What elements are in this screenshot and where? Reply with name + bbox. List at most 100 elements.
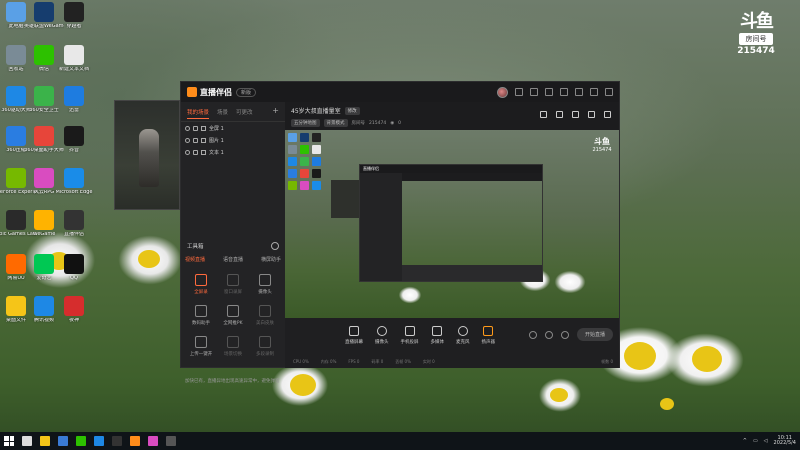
streaming-app-window: 直播伴侣 新版 我的场景 场景 可更改 + 全屏 1 图片 1 文本 1 工具箱 视… [180, 81, 620, 384]
tab-voice-live[interactable]: 语音直播 [223, 256, 243, 263]
stream-meta: 五分钟地图 背景模式 房间号 215474 ◉ 0 [291, 119, 613, 127]
tool-label: 多段录制 [256, 352, 274, 357]
clock[interactable]: 10:11 2022/5/4 [774, 435, 796, 447]
edit-title-button[interactable]: 修改 [344, 106, 360, 115]
tool-icon [259, 336, 271, 348]
lock-icon[interactable] [193, 125, 198, 131]
source-control-button[interactable]: 扬声器 [482, 326, 495, 345]
tool-button[interactable]: 数码助手 [185, 305, 217, 326]
visibility-icon[interactable] [185, 125, 190, 131]
record-icon[interactable] [528, 330, 537, 339]
settings-icon[interactable] [545, 88, 553, 96]
tab-editable[interactable]: 可更改 [236, 108, 253, 119]
visibility-icon[interactable] [185, 137, 190, 143]
desktop-icon[interactable]: Microsoft Edge [54, 168, 94, 196]
gear-icon[interactable] [560, 330, 569, 339]
tool-button[interactable]: 上传一键开 [185, 336, 217, 357]
version-badge[interactable]: 新版 [236, 87, 257, 97]
room-label: 房间号 [351, 121, 366, 126]
visibility-icon[interactable] [185, 149, 190, 155]
layer-item[interactable]: 文本 1 [181, 146, 285, 158]
mirror-icon[interactable] [544, 330, 553, 339]
desktop-icon[interactable]: 新建文本文档 [54, 45, 94, 73]
layer-item[interactable]: 全屏 1 [181, 122, 285, 134]
desktop-icon[interactable]: 迅雷 [54, 86, 94, 114]
tool-label: 数码助手 [192, 321, 210, 326]
minimize-icon[interactable] [575, 88, 583, 96]
steam-taskbar-icon[interactable] [94, 436, 104, 446]
share-icon[interactable] [604, 111, 611, 118]
source-control-button[interactable]: 摄像头 [375, 326, 389, 345]
preview-icon [288, 169, 297, 178]
app-icon [6, 45, 26, 65]
layer-type-icon [201, 137, 206, 143]
tab-scenes[interactable]: 场景 [217, 108, 228, 119]
app-icon [64, 126, 84, 146]
shop-icon[interactable] [556, 111, 563, 118]
message-icon[interactable] [515, 88, 523, 96]
streaming-app-taskbar-icon[interactable] [130, 436, 140, 446]
windows-start-icon[interactable] [4, 436, 14, 446]
category-chip[interactable]: 五分钟地图 [291, 119, 320, 127]
mode-chip[interactable]: 背景模式 [323, 119, 348, 127]
toolbox-toggle-icon[interactable] [271, 242, 279, 250]
close-icon[interactable] [605, 88, 613, 96]
control-label: 直播屏幕 [345, 340, 363, 345]
stream-preview[interactable]: 斗鱼 215474 直播伴侣 [285, 130, 619, 318]
desktop-icon[interactable]: QQ [54, 254, 94, 282]
control-icon [376, 326, 387, 336]
taskbar-app-icon[interactable] [58, 436, 68, 446]
room-number: 215474 [369, 120, 387, 126]
control-label: 多媒体 [430, 340, 445, 345]
tool-button[interactable]: 多段录制 [249, 336, 281, 357]
tool-button[interactable]: 窗口录屏 [217, 274, 249, 295]
tab-landscape-helper[interactable]: 横屏助手 [261, 256, 281, 263]
desktop-icon[interactable]: 直播伴侣 [54, 210, 94, 238]
desktop-icon[interactable]: 抖音 [54, 126, 94, 154]
game-character-thumbnail[interactable] [114, 100, 180, 210]
nested-bottom-bar [402, 265, 542, 281]
tool-icon [227, 305, 239, 317]
taskbar-app-icon[interactable] [148, 436, 158, 446]
tray-chevron-icon[interactable]: ^ [743, 438, 747, 444]
lock-icon[interactable] [193, 149, 198, 155]
wechat-taskbar-icon[interactable] [76, 436, 86, 446]
chat-icon[interactable] [572, 111, 579, 118]
volume-icon[interactable]: ◁ [764, 438, 768, 444]
start-live-button[interactable]: 开始直播 [576, 328, 613, 341]
tab-video-live[interactable]: 视频直播 [185, 256, 205, 263]
taskbar-app-icon[interactable] [112, 436, 122, 446]
tool-button[interactable]: 摄像头 [249, 274, 281, 295]
desktop-icon-label: QQ [70, 276, 78, 281]
stream-title[interactable]: 45岁大叔直播量室 [291, 106, 341, 115]
tool-button[interactable]: 全网推PK [217, 305, 249, 326]
taskbar-app-icon[interactable] [166, 436, 176, 446]
source-control-button[interactable]: 手机投屏 [401, 326, 419, 345]
layer-item[interactable]: 图片 1 [181, 134, 285, 146]
tool-button[interactable]: 美白皮肤 [249, 305, 281, 326]
desktop-icon[interactable]: 穿越者 [54, 2, 94, 30]
desktop-icon[interactable]: 夜神 [54, 296, 94, 324]
lock-icon[interactable] [193, 137, 198, 143]
add-scene-button[interactable]: + [272, 107, 279, 119]
folder-icon[interactable] [40, 436, 50, 446]
tab-my-scenes[interactable]: 我的场景 [187, 108, 210, 119]
maximize-icon[interactable] [590, 88, 598, 96]
control-label: 麦克风 [456, 340, 470, 345]
bell-icon[interactable] [588, 111, 595, 118]
user-avatar[interactable] [497, 86, 508, 98]
file-explorer-icon[interactable] [22, 436, 32, 446]
source-control-button[interactable]: 麦克风 [456, 326, 470, 345]
tool-button[interactable]: 全屏录 [185, 274, 217, 295]
menu-icon[interactable] [560, 88, 568, 96]
tool-button[interactable]: 场景切换 [217, 336, 249, 357]
gift-box-icon[interactable] [540, 111, 547, 118]
source-control-button[interactable]: 直播屏幕 [345, 326, 363, 345]
control-label: 摄像头 [375, 340, 389, 345]
network-icon[interactable]: ▭ [753, 438, 758, 444]
source-control-button[interactable]: 多媒体 [430, 326, 445, 345]
tool-icon [227, 336, 239, 348]
stat-item: 实时 0 [422, 359, 435, 364]
gift-icon[interactable] [530, 88, 538, 96]
control-icon [457, 326, 468, 336]
